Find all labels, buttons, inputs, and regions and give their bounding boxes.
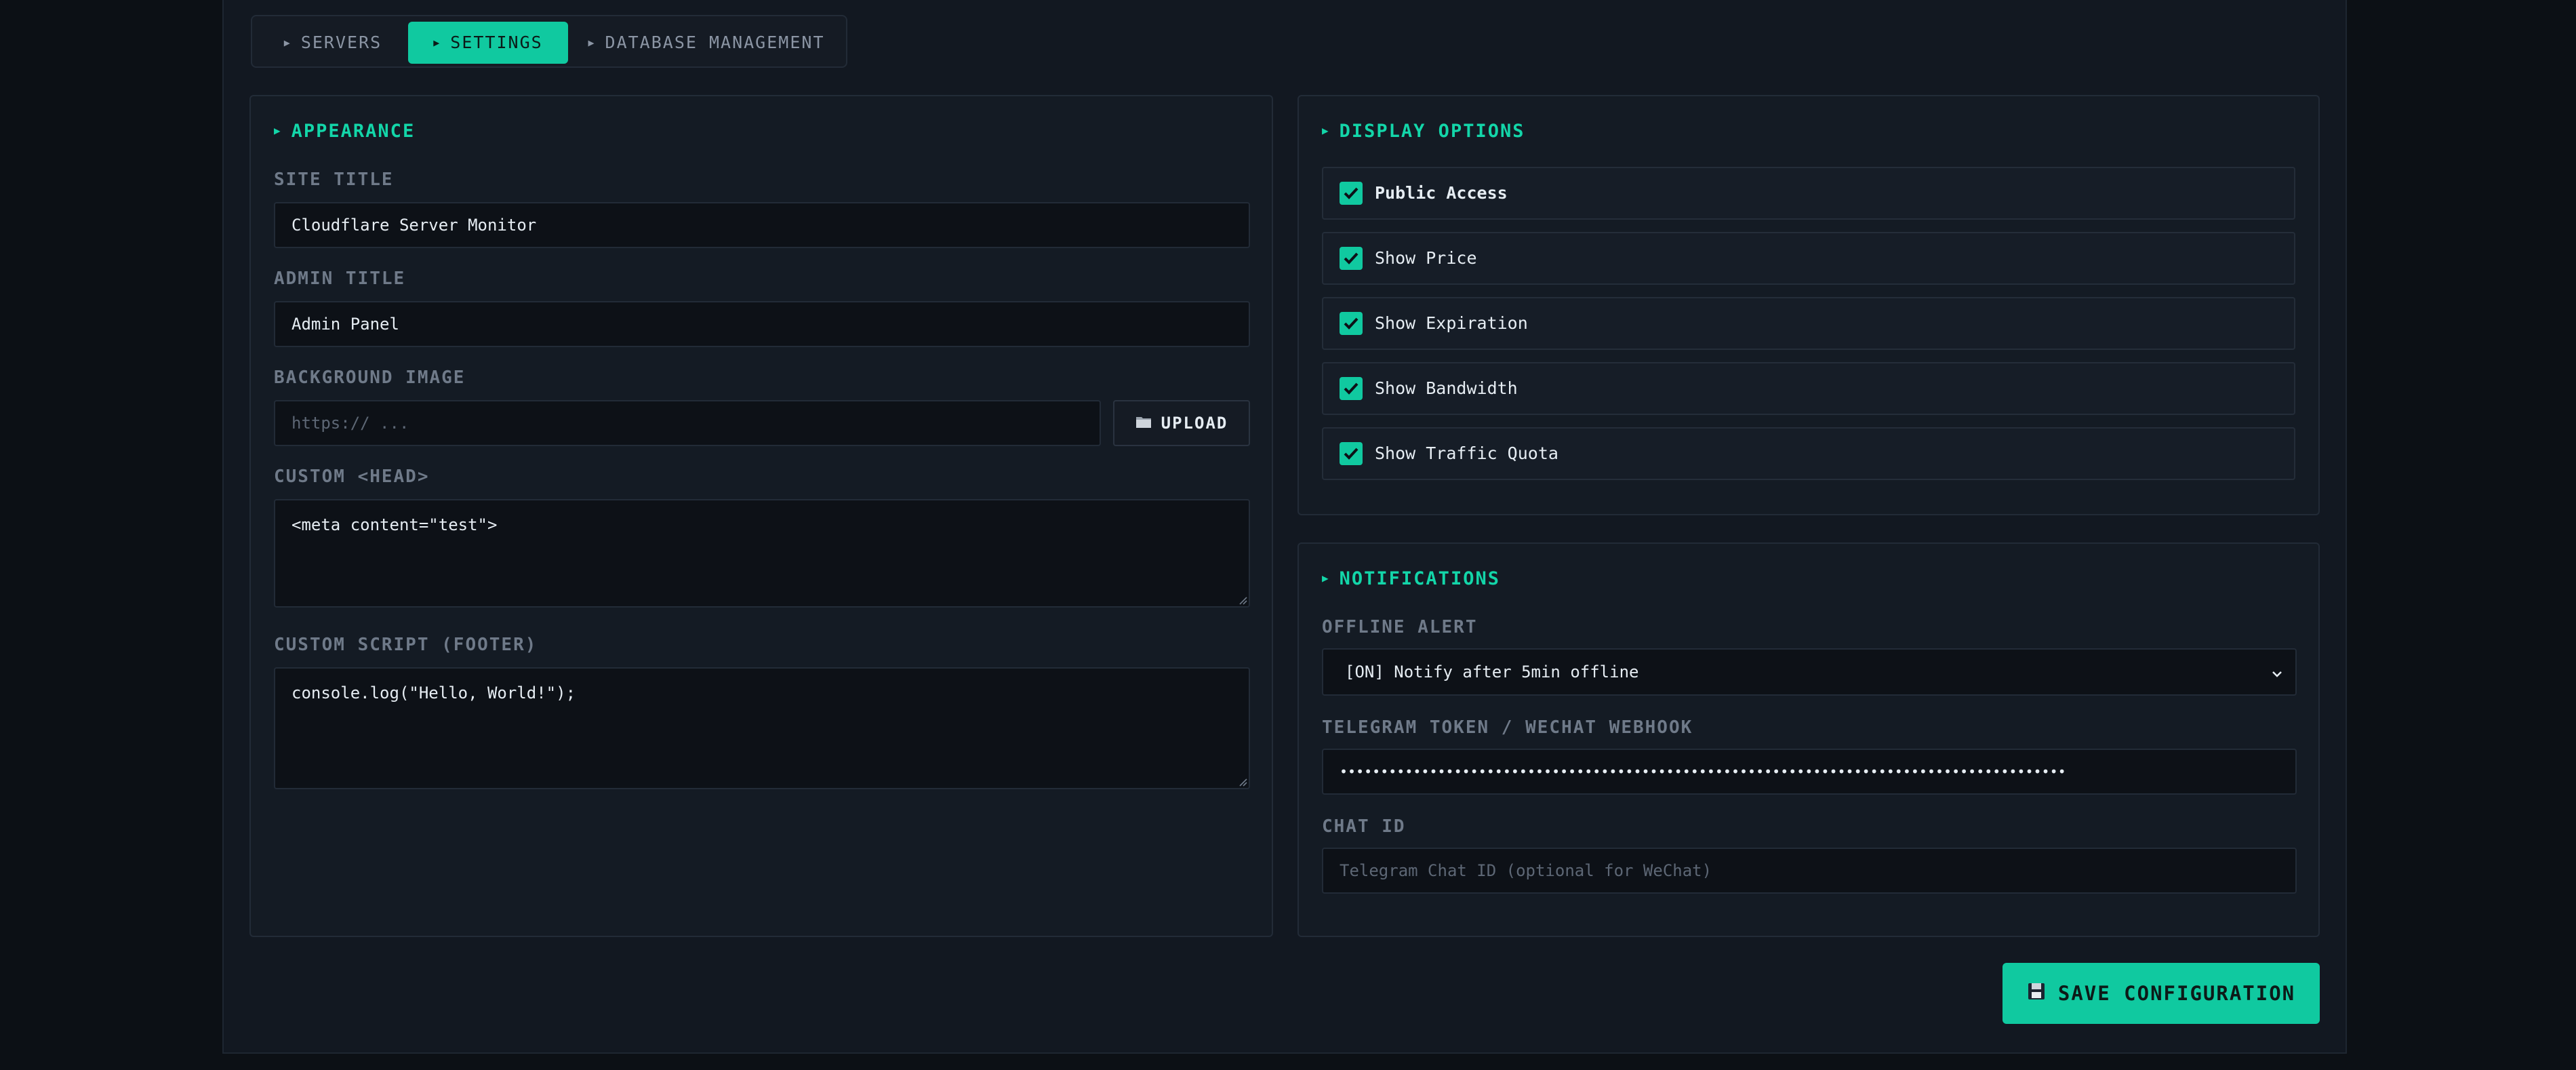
triangle-right-icon: ▶ [283, 37, 291, 49]
tab-servers[interactable]: ▶ SERVERS [258, 22, 408, 64]
background-image-label: BACKGROUND IMAGE [274, 368, 466, 388]
checkbox-show-bandwidth[interactable] [1340, 377, 1363, 400]
site-title-label: SITE TITLE [274, 170, 394, 190]
background-image-placeholder: https:// ... [291, 414, 409, 433]
resize-grip-icon[interactable] [1238, 595, 1247, 605]
telegram-token-label: TELEGRAM TOKEN / WECHAT WEBHOOK [1322, 717, 1693, 738]
telegram-token-input[interactable]: ••••••••••••••••••••••••••••••••••••••••… [1322, 749, 2297, 795]
notifications-title: NOTIFICATIONS [1339, 568, 1500, 589]
option-show-expiration[interactable]: Show Expiration [1322, 297, 2295, 350]
save-configuration-button[interactable]: SAVE CONFIGURATION [2003, 963, 2320, 1024]
triangle-right-icon: ▶ [588, 37, 596, 49]
custom-head-textarea[interactable]: <meta content="test"> [274, 499, 1250, 608]
option-label: Show Traffic Quota [1375, 443, 1558, 463]
background-image-input[interactable]: https:// ... [274, 400, 1101, 446]
appearance-heading: ▶ APPEARANCE [274, 121, 415, 142]
triangle-right-icon: ▶ [1322, 124, 1330, 137]
checkmark-icon [1344, 252, 1359, 264]
option-label: Show Expiration [1375, 313, 1528, 333]
custom-head-value: <meta content="test"> [291, 515, 498, 534]
triangle-right-icon: ▶ [433, 37, 441, 49]
checkmark-icon [1344, 317, 1359, 330]
display-options-card: ▶ DISPLAY OPTIONS Public Access Show Pric… [1297, 95, 2320, 515]
checkbox-show-price[interactable] [1340, 247, 1363, 270]
custom-script-value: console.log("Hello, World!"); [291, 683, 576, 702]
chat-id-label: CHAT ID [1322, 816, 1406, 837]
checkbox-show-expiration[interactable] [1340, 312, 1363, 335]
chat-id-input[interactable]: Telegram Chat ID (optional for WeChat) [1322, 848, 2297, 894]
tab-servers-label: SERVERS [300, 33, 382, 52]
option-show-price[interactable]: Show Price [1322, 232, 2295, 285]
admin-title-input[interactable]: Admin Panel [274, 301, 1250, 347]
checkmark-icon [1344, 187, 1359, 199]
tab-database-management[interactable]: ▶ DATABASE MANAGEMENT [571, 22, 842, 64]
offline-alert-value: [ON] Notify after 5min offline [1345, 662, 1639, 681]
upload-button[interactable]: UPLOAD [1113, 400, 1250, 446]
tab-database-label: DATABASE MANAGEMENT [605, 33, 825, 52]
tab-settings[interactable]: ▶ SETTINGS [408, 22, 568, 64]
display-options-title: DISPLAY OPTIONS [1339, 121, 1525, 142]
notifications-card: ▶ NOTIFICATIONS OFFLINE ALERT [ON] Notify… [1297, 542, 2320, 937]
option-label: Show Bandwidth [1375, 378, 1518, 398]
checkmark-icon [1344, 448, 1359, 460]
site-title-value: Cloudflare Server Monitor [291, 216, 537, 235]
upload-label: UPLOAD [1161, 414, 1228, 433]
checkbox-show-traffic-quota[interactable] [1340, 442, 1363, 465]
custom-head-label: CUSTOM <HEAD> [274, 467, 430, 487]
telegram-token-value: ••••••••••••••••••••••••••••••••••••••••… [1340, 764, 2066, 780]
checkbox-public-access[interactable] [1340, 182, 1363, 205]
option-label: Show Price [1375, 248, 1477, 268]
tab-bar: ▶ SERVERS ▶ SETTINGS ▶ DATABASE MANAGEMENT [251, 15, 847, 68]
site-title-input[interactable]: Cloudflare Server Monitor [274, 202, 1250, 248]
admin-title-label: ADMIN TITLE [274, 269, 406, 289]
offline-alert-label: OFFLINE ALERT [1322, 617, 1478, 637]
resize-grip-icon[interactable] [1238, 777, 1247, 787]
appearance-card: ▶ APPEARANCE SITE TITLE Cloudflare Server… [249, 95, 1273, 937]
offline-alert-select[interactable]: [ON] Notify after 5min offline [1322, 648, 2297, 696]
folder-icon [1135, 414, 1152, 433]
display-options-heading: ▶ DISPLAY OPTIONS [1322, 121, 1525, 142]
admin-title-value: Admin Panel [291, 315, 399, 334]
notifications-heading: ▶ NOTIFICATIONS [1322, 568, 1500, 589]
checkmark-icon [1344, 382, 1359, 395]
floppy-disk-icon [2027, 982, 2046, 1006]
option-label: Public Access [1375, 183, 1508, 203]
custom-script-textarea[interactable]: console.log("Hello, World!"); [274, 667, 1250, 789]
chat-id-placeholder: Telegram Chat ID (optional for WeChat) [1340, 861, 1712, 880]
appearance-title: APPEARANCE [291, 121, 416, 142]
option-public-access[interactable]: Public Access [1322, 167, 2295, 220]
tab-settings-label: SETTINGS [450, 33, 543, 52]
triangle-right-icon: ▶ [1322, 572, 1330, 584]
custom-script-label: CUSTOM SCRIPT (FOOTER) [274, 635, 538, 655]
save-label: SAVE CONFIGURATION [2057, 982, 2296, 1005]
option-show-traffic-quota[interactable]: Show Traffic Quota [1322, 427, 2295, 480]
chevron-down-icon [2272, 671, 2282, 677]
option-show-bandwidth[interactable]: Show Bandwidth [1322, 362, 2295, 415]
triangle-right-icon: ▶ [274, 124, 282, 137]
